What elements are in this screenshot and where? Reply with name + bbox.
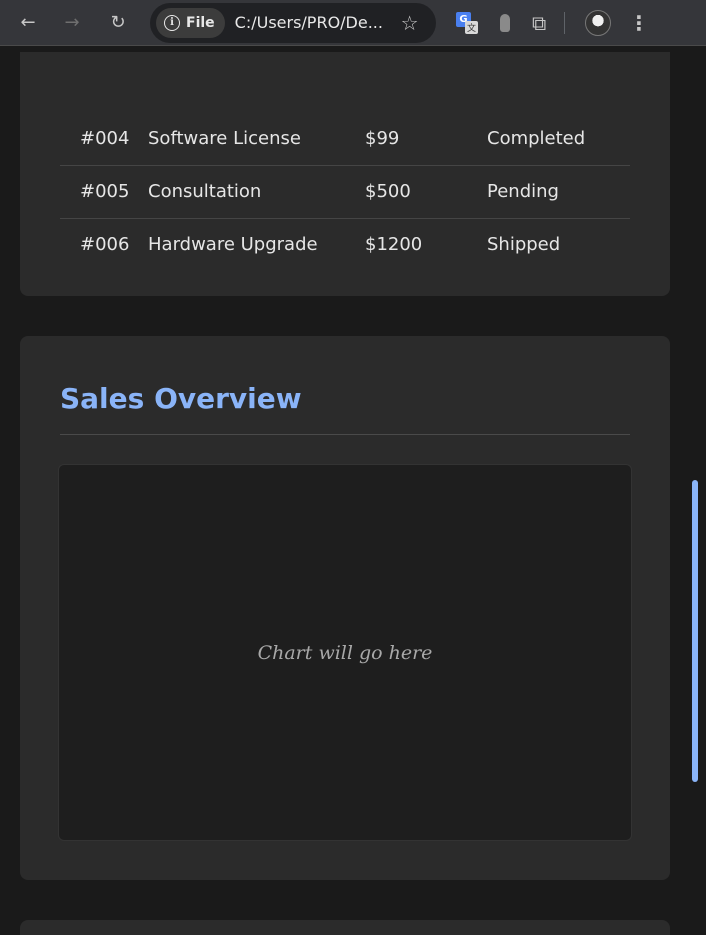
order-id: #006 xyxy=(80,234,130,256)
order-item: Hardware Upgrade xyxy=(148,234,318,256)
puzzle-icon[interactable]: ⧉ xyxy=(532,12,554,34)
order-status: Completed xyxy=(487,112,630,166)
order-status: Shipped xyxy=(487,234,561,256)
order-price: $500 xyxy=(365,165,487,219)
reload-icon[interactable]: ↻ xyxy=(100,5,136,41)
orders-card: #004 Software License $99 Completed #005 Cons… xyxy=(20,52,670,296)
sales-card: Sales Overview Chart will go here xyxy=(20,336,670,880)
scrollbar-thumb[interactable] xyxy=(692,480,698,782)
table-row: #005 Consultation $500 Pending xyxy=(60,165,630,219)
orders-table: #004 Software License $99 Completed #005 Cons… xyxy=(60,112,630,271)
table-row: #006 Hardware Upgrade $1200 Shipped xyxy=(60,218,630,271)
chart-placeholder: Chart will go here xyxy=(257,641,433,664)
back-icon[interactable]: ← xyxy=(10,5,46,41)
url-text[interactable]: C:/Users/PRO/De... xyxy=(235,13,385,32)
menu-icon[interactable]: ⋮ xyxy=(629,11,649,35)
translate-icon[interactable]: G文 xyxy=(456,11,478,34)
extension-icon[interactable] xyxy=(500,13,510,32)
table-row: #004 Software License $99 Completed xyxy=(60,112,630,166)
order-item: Consultation xyxy=(148,165,365,219)
toolbar-divider xyxy=(564,11,565,34)
order-id: #004 xyxy=(60,112,148,166)
avatar[interactable] xyxy=(585,9,611,36)
order-item: Software License xyxy=(148,112,365,166)
order-id: #005 xyxy=(60,165,148,219)
order-price: $99 xyxy=(365,112,487,166)
chip-label: File xyxy=(186,14,215,31)
info-icon: i xyxy=(164,14,180,31)
title-divider xyxy=(60,434,630,435)
next-card xyxy=(20,920,670,935)
extensions-area: G文 ⧉ xyxy=(456,11,554,34)
order-price: $1200 xyxy=(365,234,423,256)
site-info-chip[interactable]: i File xyxy=(156,7,225,38)
address-bar[interactable]: i File C:/Users/PRO/De... ☆ xyxy=(150,2,436,43)
browser-toolbar: ← → ↻ i File C:/Users/PRO/De... ☆ G文 ⧉ ⋮ xyxy=(0,0,706,46)
star-icon[interactable]: ☆ xyxy=(401,11,419,35)
scrollbar[interactable] xyxy=(690,52,706,935)
section-title: Sales Overview xyxy=(60,382,302,415)
forward-icon[interactable]: → xyxy=(54,5,90,41)
page-content: #004 Software License $99 Completed #005 Cons… xyxy=(0,52,690,935)
order-status: Pending xyxy=(487,165,630,219)
chart-container: Chart will go here xyxy=(58,464,632,841)
